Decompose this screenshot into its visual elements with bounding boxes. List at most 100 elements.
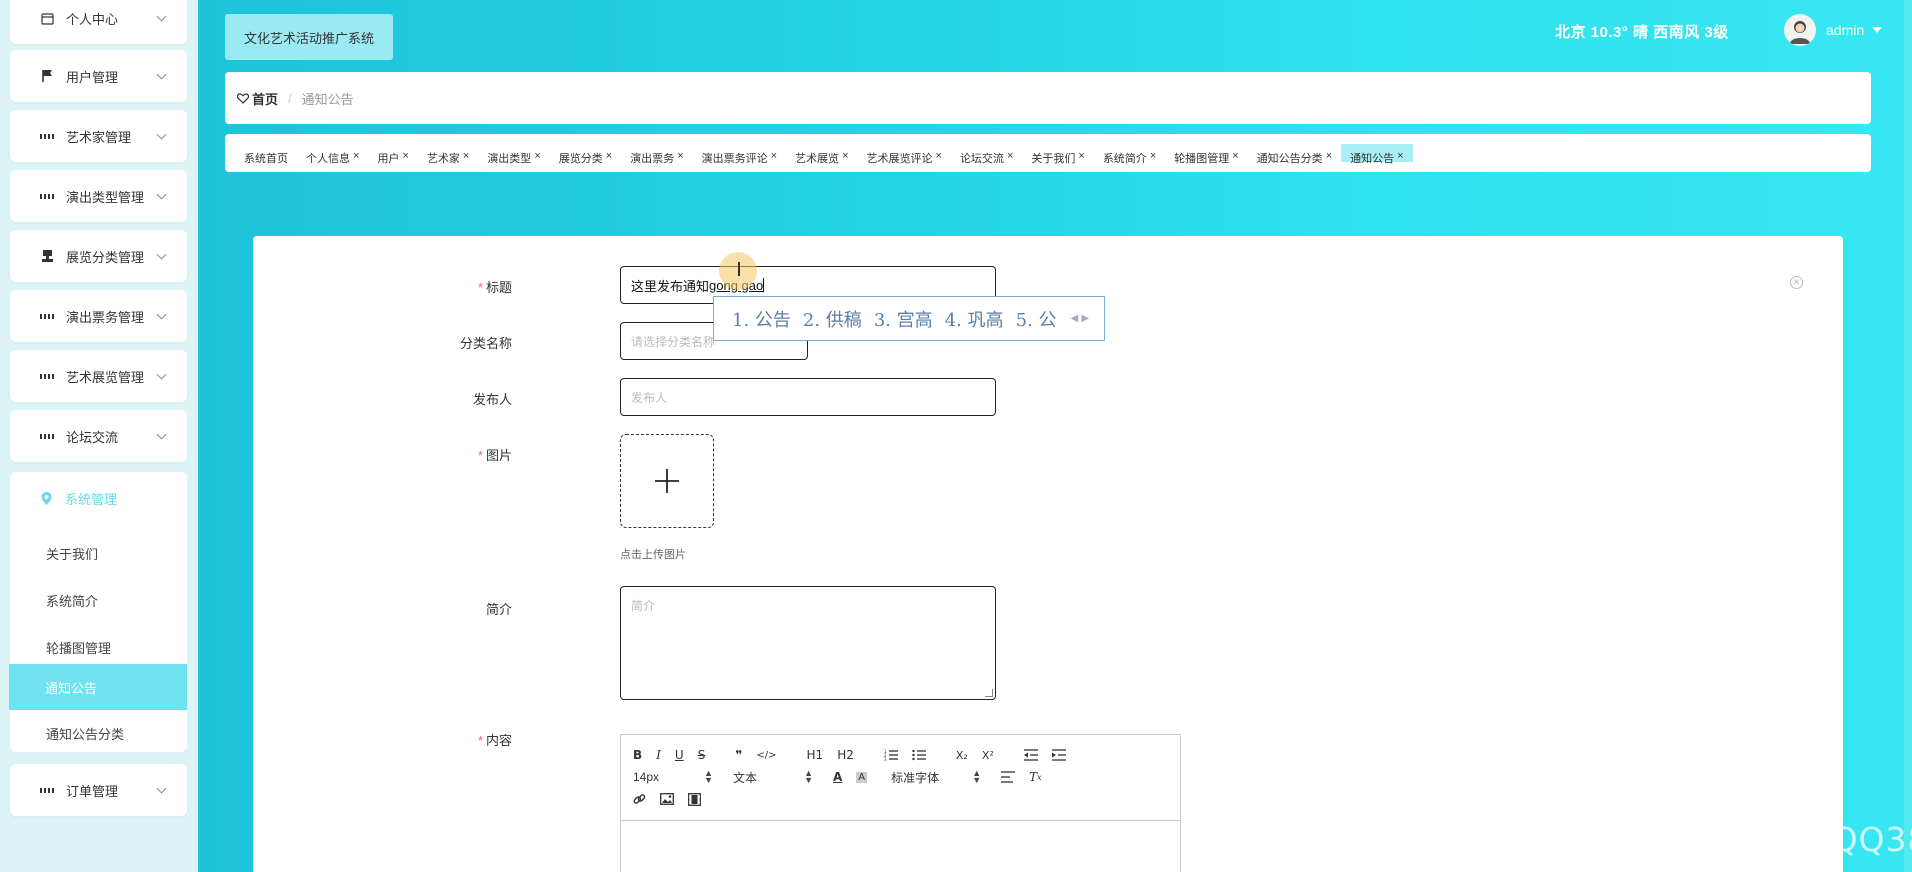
link-icon[interactable] [633,793,646,806]
video-icon[interactable] [688,792,701,806]
tab-close-icon[interactable]: × [1150,150,1156,162]
ime-page-arrows-icon[interactable]: ◀ ▶ [1071,313,1090,324]
ordered-list-icon[interactable]: 123 [884,749,898,761]
sidebar-item-artist-management[interactable]: 艺术家管理 [10,110,187,162]
sidebar-item-order-management[interactable]: 订单管理 [10,764,187,816]
sidebar-subitem-about-us[interactable]: 关于我们 [10,530,187,576]
chevron-down-icon [156,129,167,140]
header1-button[interactable]: H1 [807,748,824,762]
sidebar-item-system-management[interactable]: 系统管理 [10,472,187,524]
sidebar-item-ticket-management[interactable]: 演出票务管理 [10,290,187,342]
ime-candidate[interactable]: 4. 巩高 [945,306,1004,332]
indent-icon[interactable] [1051,749,1066,761]
tab-close-icon[interactable]: × [1078,150,1084,162]
tab-item[interactable]: 演出类型 × [478,144,549,164]
tab-item[interactable]: 系统简介 × [1094,144,1165,164]
sidebar-subitem-notice-category[interactable]: 通知公告分类 [10,710,187,756]
font-family-picker[interactable]: 标准字体 ▲ ▼ [891,769,981,786]
tab-close-icon[interactable]: × [1397,150,1403,162]
user-menu[interactable]: admin [1784,14,1883,46]
subscript-button[interactable]: X₂ [956,749,968,762]
sidebar-item-personal-center[interactable]: 个人中心 [10,0,187,44]
tab-item[interactable]: 论坛交流 × [951,144,1022,164]
chevron-down-icon [156,11,167,22]
sidebar-subitem-notice[interactable]: 通知公告 [9,664,187,710]
font-color-icon[interactable]: A [833,770,842,784]
image-icon[interactable] [660,793,674,805]
ime-candidate-window: 1. 公告 2. 供稿 3. 宫高 4. 巩高 5. 公 ◀ ▶ [713,296,1105,341]
sidebar-item-art-exhibition-management[interactable]: 艺术展览管理 [10,350,187,402]
resize-handle-icon[interactable] [985,689,993,697]
tab-close-icon[interactable]: × [606,150,612,162]
tab-item[interactable]: 个人信息 × [297,144,368,164]
tab-close-icon[interactable]: × [353,150,359,162]
ime-candidate[interactable]: 2. 供稿 [803,306,862,332]
publisher-input[interactable]: 发布人 [620,378,996,416]
strike-button[interactable]: S [698,748,706,762]
tab-close-icon[interactable]: × [534,150,540,162]
page-scrollbar[interactable] [1904,0,1912,872]
tab-close-icon[interactable]: × [463,150,469,162]
superscript-button[interactable]: X² [982,749,994,762]
ime-candidate[interactable]: 1. 公告 [732,306,791,332]
sidebar-item-user-management[interactable]: 用户管理 [10,50,187,102]
ibeam-cursor-icon [738,262,740,276]
tab-item[interactable]: 艺术展览评论 × [858,144,951,164]
svg-text:3: 3 [884,757,887,761]
font-size-picker[interactable]: 14px ▲ ▼ [633,769,713,785]
bullet-list-icon[interactable] [912,749,926,761]
outdent-icon[interactable] [1023,749,1038,761]
tab-close-icon[interactable]: × [1007,150,1013,162]
background-color-icon[interactable]: A [856,771,868,783]
header-picker[interactable]: 文本 ▲ ▼ [733,769,813,786]
image-upload[interactable] [620,434,714,528]
tab-item[interactable]: 艺术展览 × [786,144,857,164]
clear-format-icon[interactable]: Tx [1029,770,1042,784]
font-family-value: 标准字体 [891,770,940,785]
tab-close-icon[interactable]: × [842,150,848,162]
tab-item[interactable]: 通知公告 × [1341,144,1413,164]
sidebar-item-label: 演出票务管理 [66,309,145,325]
underline-button[interactable]: U [675,748,684,762]
sidebar-item-show-type-management[interactable]: 演出类型管理 [10,170,187,222]
tabs-list: 系统首页 个人信息 × 用户 × 艺术家 × 演出类型 × 展览分类 × 演出票务 × 演出票务评论 × 艺术… [235,144,1413,164]
tab-item[interactable]: 展览分类 × [550,144,621,164]
tab-item[interactable]: 演出票务评论 × [693,144,786,164]
sidebar-item-exhibition-category-management[interactable]: 展览分类管理 [10,230,187,282]
sidebar-item-forum[interactable]: 论坛交流 [10,410,187,462]
tab-item[interactable]: 演出票务 × [621,144,692,164]
intro-textarea[interactable]: 简介 [620,586,996,700]
tabs-bar: 系统首页 个人信息 × 用户 × 艺术家 × 演出类型 × 展览分类 × 演出票务 × 演出票务评论 × 艺术… [225,134,1871,172]
align-icon[interactable] [1001,771,1016,783]
tab-label: 论坛交流 [959,153,1004,164]
tab-item[interactable]: 通知公告分类 × [1248,144,1341,164]
tab-close-icon[interactable]: × [771,150,777,162]
tab-item[interactable]: 轮播图管理 × [1165,144,1247,164]
tab-item[interactable]: 关于我们 × [1022,144,1093,164]
header2-button[interactable]: H2 [837,748,854,762]
tab-close-icon[interactable]: × [402,150,408,162]
tab-label: 个人信息 [306,153,350,164]
sidebar-item-label: 艺术展览管理 [66,369,145,385]
tab-item[interactable]: 用户 × [368,144,417,164]
breadcrumb-home[interactable]: 首页 [237,89,278,108]
sidebar: 个人中心 用户管理 艺术家管理 演出类型管理 展览分类管理 演出票务管理 艺术展… [0,0,198,872]
sidebar-item-label: 艺术家管理 [66,129,132,145]
tab-close-icon[interactable]: × [1232,150,1238,162]
tab-label: 用户 [377,153,400,164]
bold-button[interactable]: B [633,748,642,762]
tab-close-icon[interactable]: × [1326,150,1332,162]
ime-candidate[interactable]: 3. 宫高 [874,306,933,332]
code-block-button[interactable]: </> [756,750,776,761]
sidebar-subitem-system-intro[interactable]: 系统简介 [10,577,187,623]
ime-candidate[interactable]: 5. 公 [1016,306,1057,332]
tab-item[interactable]: 系统首页 [235,144,297,164]
close-icon[interactable]: ✕ [1790,276,1803,289]
blockquote-button[interactable]: ❞ [735,748,742,762]
intro-label: 简介 [485,602,512,617]
tab-close-icon[interactable]: × [936,150,942,162]
tab-item[interactable]: 艺术家 × [418,144,478,164]
tab-close-icon[interactable]: × [677,150,683,162]
italic-button[interactable]: I [656,748,661,762]
header-value: 文本 [733,770,758,785]
